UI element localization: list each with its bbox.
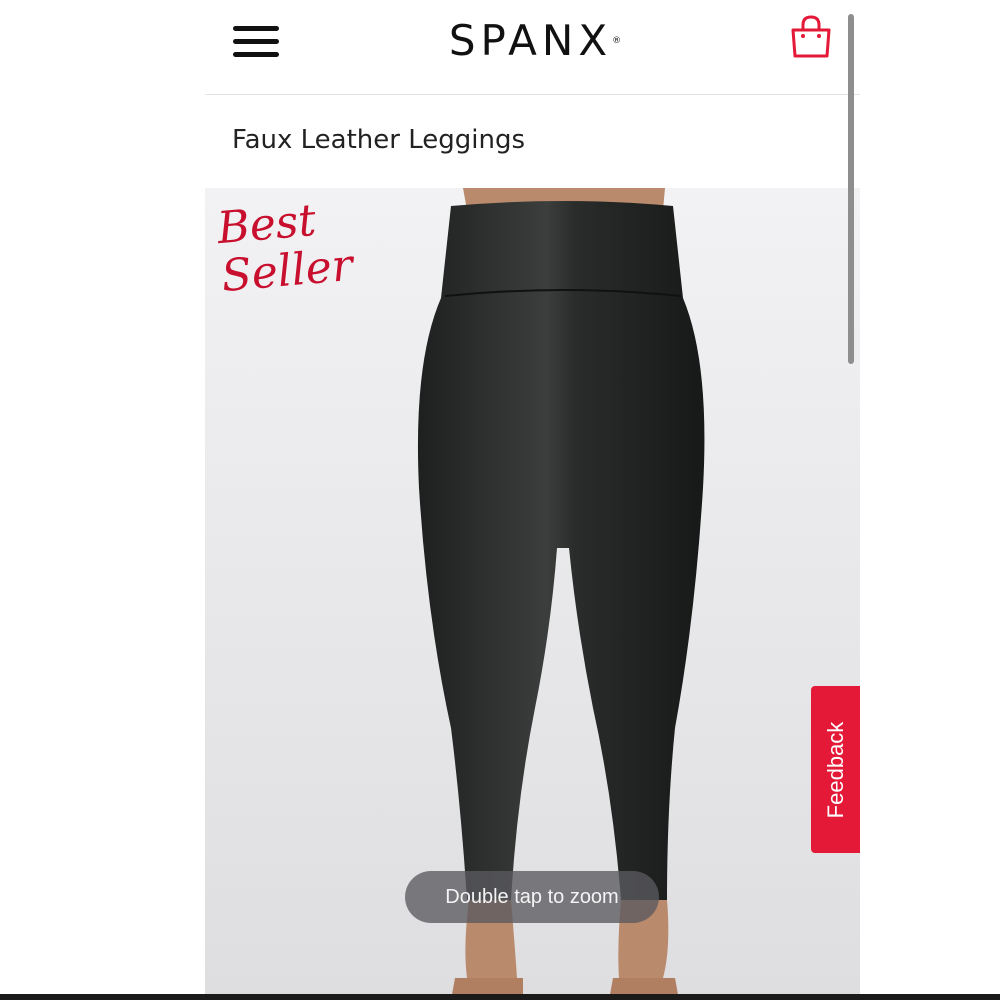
badge-line-2: Seller [219, 239, 355, 303]
logo-text: SPANX [448, 16, 613, 65]
shopping-bag-button[interactable] [789, 14, 833, 60]
feedback-tab[interactable]: Feedback [811, 686, 860, 853]
vertical-scrollbar[interactable] [848, 14, 854, 364]
product-title-bar: Faux Leather Leggings [205, 95, 860, 188]
mobile-viewport: SPANX® Faux Leather Leggings Best Seller… [205, 0, 860, 1000]
product-title: Faux Leather Leggings [232, 125, 525, 155]
bottom-edge-bar [0, 994, 1000, 1000]
zoom-hint-toast: Double tap to zoom [405, 871, 659, 923]
best-seller-badge: Best Seller [215, 195, 355, 315]
registered-mark: ® [612, 36, 622, 46]
site-header: SPANX® [205, 0, 860, 95]
spanx-logo[interactable]: SPANX® [355, 18, 715, 64]
shopping-bag-icon [791, 15, 831, 58]
hamburger-menu-icon [233, 26, 279, 57]
product-image[interactable]: Best Seller Double tap to zoom Feedback [205, 188, 860, 1000]
hamburger-menu-button[interactable] [231, 22, 283, 62]
feedback-label: Feedback [822, 721, 848, 818]
